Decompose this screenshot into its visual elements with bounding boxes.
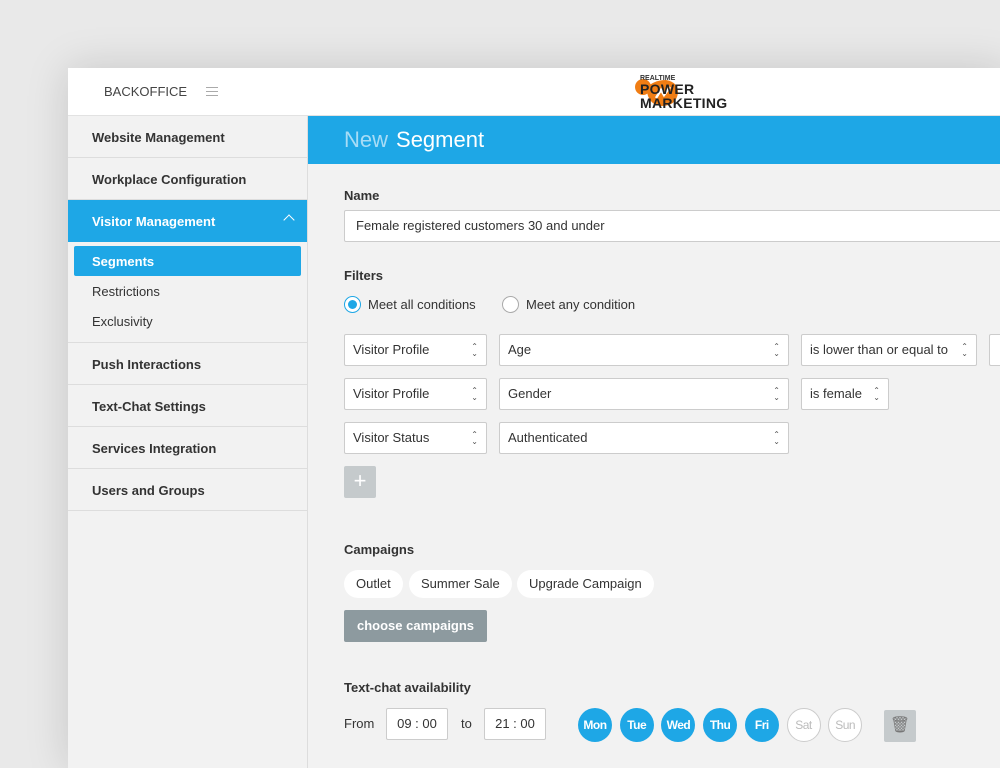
updown-icon: ⌃ ⌄: [773, 342, 780, 358]
to-time-input[interactable]: 21 : 00: [484, 708, 546, 740]
updown-icon: ⌃ ⌄: [961, 342, 968, 358]
app-name: BACKOFFICE: [104, 84, 188, 99]
sidebar-item-workplace-configuration[interactable]: Workplace Configuration: [68, 158, 307, 200]
day-toggle-tue[interactable]: Tue: [619, 708, 654, 742]
add-filter-plus-icon[interactable]: +: [344, 466, 376, 498]
name-label: Name: [344, 188, 380, 203]
updown-icon: ⌃ ⌄: [471, 342, 478, 358]
from-label: From: [344, 716, 375, 731]
submenu: Segments Restrictions Exclusivity: [68, 242, 307, 343]
day-toggle-wed[interactable]: Wed: [661, 708, 696, 742]
name-input[interactable]: Female registered customers 30 and under: [344, 210, 1000, 242]
sidebar: Website Management Workplace Configurati…: [68, 116, 308, 768]
updown-icon: ⌃ ⌄: [773, 386, 780, 402]
sidebar-item-services-integration[interactable]: Services Integration: [68, 427, 307, 469]
radio-checked-icon: [344, 296, 361, 313]
filter-operator-select[interactable]: is lower than or equal to ⌃ ⌄: [801, 334, 977, 366]
sidebar-item-visitor-management[interactable]: Visitor Management: [68, 200, 307, 242]
from-time-input[interactable]: 09 : 00: [386, 708, 448, 740]
updown-icon: ⌃ ⌄: [471, 430, 478, 446]
filter-operator-select[interactable]: is female ⌃ ⌄: [801, 378, 889, 410]
radio-meet-any[interactable]: Meet any condition: [502, 296, 635, 313]
filter-source-select[interactable]: Visitor Profile ⌃ ⌄: [344, 334, 487, 366]
filter-source-select[interactable]: Visitor Profile ⌃ ⌄: [344, 378, 487, 410]
sidebar-subitem-segments[interactable]: Segments: [74, 246, 301, 276]
logo-text: MARKETING: [640, 94, 728, 111]
updown-icon: ⌃ ⌄: [873, 386, 880, 402]
filters-label: Filters: [344, 268, 384, 283]
updown-icon: ⌃ ⌄: [471, 386, 478, 402]
text-chat-label: Text-chat availability: [344, 680, 471, 695]
page-title: New Segment: [308, 116, 1000, 164]
chevron-up-icon: [283, 214, 295, 226]
day-toggle-fri[interactable]: Fri: [744, 708, 779, 742]
top-header: BACKOFFICE REALTIME POWER MARKETING: [68, 68, 1000, 116]
sidebar-item-push-interactions[interactable]: Push Interactions: [68, 343, 307, 385]
sidebar-item-website-management[interactable]: Website Management: [68, 116, 307, 158]
radio-meet-all[interactable]: Meet all conditions: [344, 296, 476, 313]
logo: REALTIME POWER MARKETING: [634, 75, 727, 110]
day-toggle-sat[interactable]: Sat: [786, 708, 821, 742]
logo-text: POWER: [640, 80, 695, 97]
campaigns-label: Campaigns: [344, 542, 415, 557]
filter-value-input[interactable]: [989, 334, 1000, 366]
day-toggle-thu[interactable]: Thu: [703, 708, 738, 742]
filter-source-select[interactable]: Visitor Status ⌃ ⌄: [344, 422, 487, 454]
to-label: to: [461, 716, 472, 731]
sidebar-item-text-chat-settings[interactable]: Text-Chat Settings: [68, 385, 307, 427]
filter-field-select[interactable]: Age ⌃ ⌄: [499, 334, 789, 366]
radio-label: Meet all conditions: [368, 297, 476, 312]
filter-field-select[interactable]: Authenticated ⌃ ⌄: [499, 422, 789, 454]
day-toggle-mon[interactable]: Mon: [578, 708, 612, 742]
sidebar-item-label: Visitor Management: [92, 214, 216, 229]
title-text: Segment: [396, 127, 485, 152]
day-toggle-sun[interactable]: Sun: [828, 708, 863, 742]
hamburger-menu-icon[interactable]: [206, 87, 218, 96]
app-window: BACKOFFICE REALTIME POWER MARKETING Websit…: [68, 68, 1000, 768]
sidebar-item-users-and-groups[interactable]: Users and Groups: [68, 469, 307, 511]
campaign-chip[interactable]: Upgrade Campaign: [517, 570, 654, 598]
campaign-chip[interactable]: Outlet: [344, 570, 403, 598]
title-prefix: New: [344, 127, 389, 152]
updown-icon: ⌃ ⌄: [773, 430, 780, 446]
sidebar-subitem-exclusivity[interactable]: Exclusivity: [74, 306, 301, 336]
radio-unchecked-icon: [502, 296, 519, 313]
choose-campaigns-button[interactable]: choose campaigns: [344, 610, 488, 642]
sidebar-subitem-restrictions[interactable]: Restrictions: [74, 276, 301, 306]
radio-label: Meet any condition: [526, 297, 636, 312]
trash-icon[interactable]: 🗑: [884, 710, 916, 742]
filter-field-select[interactable]: Gender ⌃ ⌄: [499, 378, 789, 410]
campaign-chip[interactable]: Summer Sale: [409, 570, 512, 598]
